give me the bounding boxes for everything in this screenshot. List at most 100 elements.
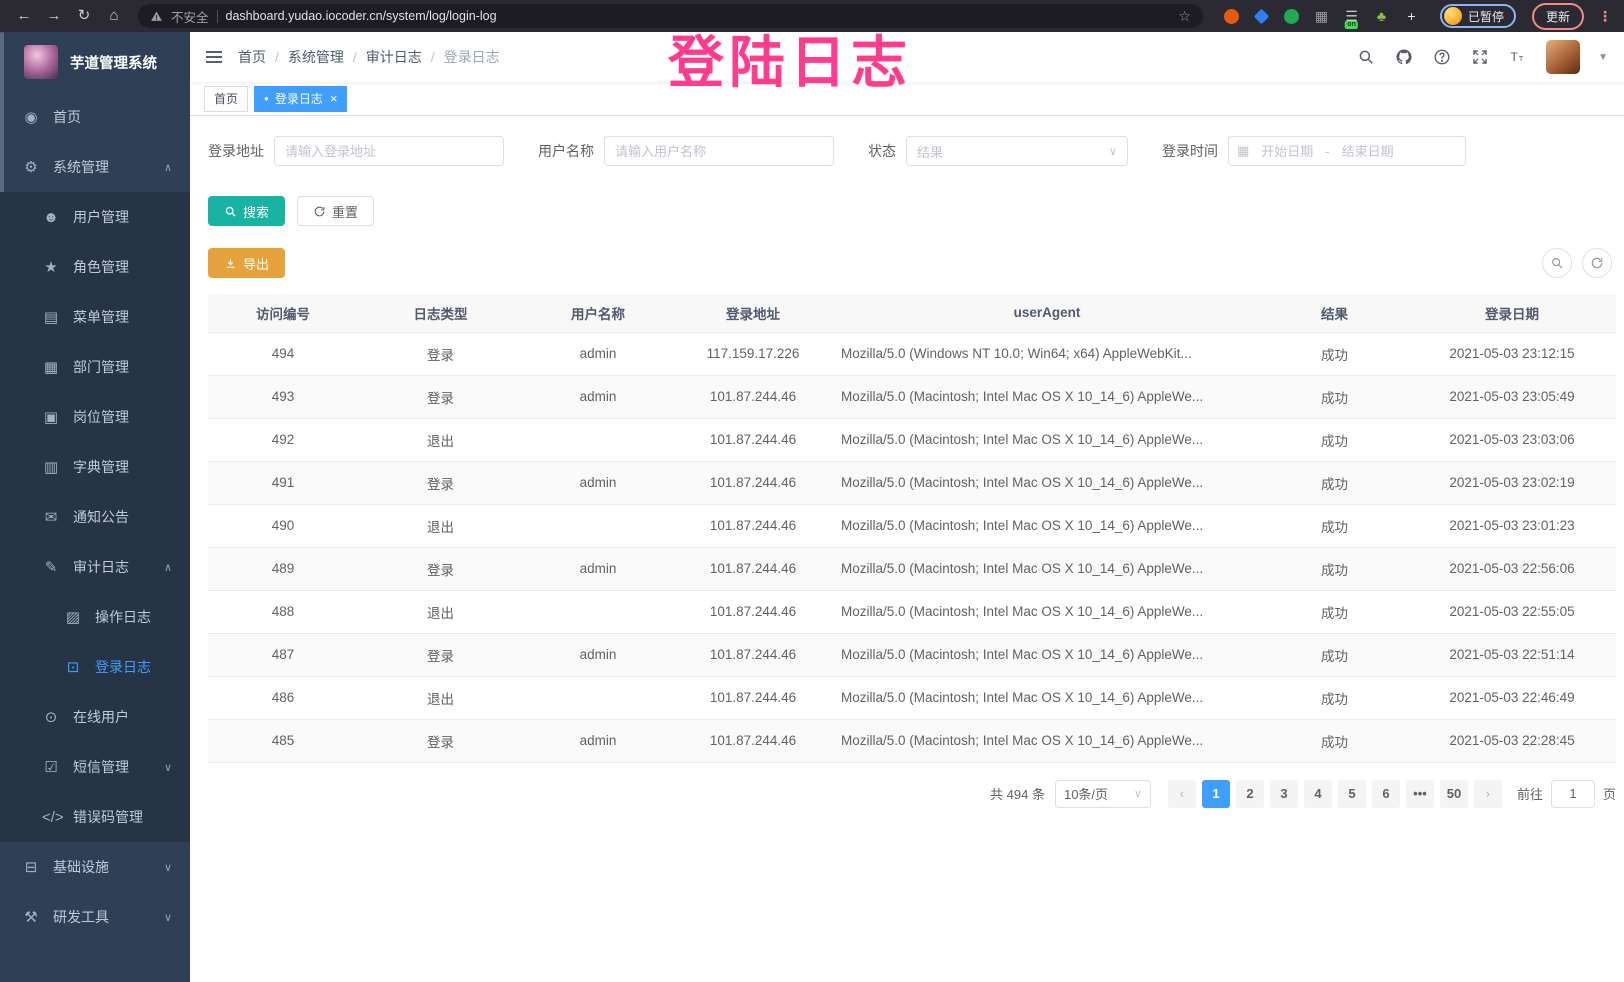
search-icon[interactable] — [1356, 47, 1376, 67]
audit-log-icon: ✎ — [42, 558, 60, 576]
page-button-5[interactable]: 5 — [1338, 780, 1366, 808]
chevron-down-icon[interactable]: ▼ — [1598, 52, 1608, 63]
breadcrumb-item[interactable]: 系统管理 — [288, 47, 344, 67]
search-button[interactable]: 搜索 — [208, 196, 285, 226]
page-button-3[interactable]: 3 — [1270, 780, 1298, 808]
table-cell: 101.87.244.46 — [673, 633, 833, 676]
table-cell: 493 — [208, 375, 358, 418]
sidebar-item-home[interactable]: ◉首页 — [0, 92, 190, 142]
browser-forward-icon[interactable]: → — [42, 0, 66, 32]
update-button[interactable]: 更新 — [1532, 3, 1584, 30]
sidebar-item-gear[interactable]: ⚙系统管理∧ — [0, 142, 190, 192]
tab-home[interactable]: 首页 — [204, 86, 248, 112]
page-button-50[interactable]: 50 — [1440, 780, 1468, 808]
date-range-picker[interactable]: ▦ - — [1228, 136, 1466, 166]
gem-extension-icon[interactable] — [1253, 8, 1270, 25]
sidebar-item-online-user[interactable]: ⊙在线用户 — [0, 692, 190, 742]
bookmark-star-icon[interactable]: ☆ — [1178, 8, 1191, 25]
sidebar-item-dict[interactable]: ▥字典管理 — [0, 442, 190, 492]
page-size-select[interactable]: 10条/页 ∨ — [1055, 780, 1151, 808]
browser-menu-kebab-icon[interactable]: ⋮ — [1598, 8, 1612, 25]
table-row: 488退出101.87.244.46Mozilla/5.0 (Macintosh… — [208, 590, 1616, 633]
sidebar-item-infrastructure[interactable]: ⊟基础设施∨ — [0, 842, 190, 892]
green-extension-icon-shape — [1284, 9, 1299, 24]
sidebar-item-operation-log[interactable]: ▨操作日志 — [0, 592, 190, 642]
table-cell: 2021-05-03 23:02:19 — [1408, 461, 1616, 504]
sidebar-item-error-code[interactable]: </>错误码管理 — [0, 792, 190, 842]
goto-page-input[interactable] — [1551, 780, 1595, 808]
page-button-2[interactable]: 2 — [1236, 780, 1264, 808]
end-date-input[interactable] — [1335, 144, 1401, 159]
tab-login-log[interactable]: ●登录日志× — [254, 86, 347, 112]
font-size-icon[interactable]: TT — [1508, 47, 1528, 67]
address-bar[interactable]: 不安全 dashboard.yudao.iocoder.cn/system/lo… — [138, 4, 1203, 28]
prev-page-button[interactable]: ‹ — [1168, 780, 1196, 808]
page-button-1[interactable]: 1 — [1202, 780, 1230, 808]
table-cell: 101.87.244.46 — [673, 375, 833, 418]
sidebar-item-label: 首页 — [53, 107, 81, 127]
tab-label: 登录日志 — [275, 90, 323, 107]
chevron-up-icon: ∧ — [164, 161, 172, 174]
help-icon[interactable] — [1432, 47, 1452, 67]
svg-text:T: T — [1519, 54, 1524, 63]
close-icon[interactable]: × — [330, 91, 338, 106]
table-toolbar: 导出 — [208, 248, 1616, 278]
more-pages-button[interactable]: ••• — [1406, 780, 1434, 808]
browser-extensions: ▦ ☰on ♣ + — [1223, 8, 1420, 25]
start-date-input[interactable] — [1254, 144, 1320, 159]
fullscreen-icon[interactable] — [1470, 47, 1490, 67]
profile-chip[interactable]: 已暂停 — [1440, 4, 1516, 28]
breadcrumb-item[interactable]: 审计日志 — [366, 47, 422, 67]
browser-back-icon[interactable]: ← — [12, 0, 36, 32]
plant-extension-icon[interactable]: ♣ — [1373, 8, 1390, 25]
goto-unit: 页 — [1603, 784, 1616, 803]
hide-search-button[interactable] — [1542, 248, 1572, 278]
sidebar-item-audit-log[interactable]: ✎审计日志∧ — [0, 542, 190, 592]
sidebar-toggle-hamburger-icon[interactable] — [206, 51, 222, 63]
browser-reload-icon[interactable]: ↻ — [72, 0, 96, 32]
sidebar-item-role[interactable]: ★角色管理 — [0, 242, 190, 292]
svg-text:T: T — [1511, 50, 1519, 64]
app-logo[interactable]: 芋道管理系统 — [0, 32, 190, 92]
breadcrumb-item[interactable]: 首页 — [238, 47, 266, 67]
table-cell: 2021-05-03 22:46:49 — [1408, 676, 1616, 719]
table-cell: Mozilla/5.0 (Macintosh; Intel Mac OS X 1… — [833, 633, 1261, 676]
user-avatar[interactable] — [1546, 40, 1580, 74]
sidebar-item-login-log[interactable]: ⊡登录日志 — [0, 642, 190, 692]
sidebar-item-notice[interactable]: ✉通知公告 — [0, 492, 190, 542]
green-extension-icon[interactable] — [1283, 8, 1300, 25]
browser-home-icon[interactable]: ⌂ — [102, 0, 126, 32]
reset-button[interactable]: 重置 — [297, 196, 374, 226]
column-header-6: 登录日期 — [1408, 294, 1616, 332]
login-address-input[interactable] — [274, 136, 504, 166]
puzzle-extension-icon[interactable]: + — [1403, 8, 1420, 25]
page-button-4[interactable]: 4 — [1304, 780, 1332, 808]
user-icon: ☻ — [42, 209, 60, 226]
orange-extension-icon[interactable] — [1223, 8, 1240, 25]
sidebar-item-user[interactable]: ☻用户管理 — [0, 192, 190, 242]
search-icon — [224, 205, 237, 218]
github-icon[interactable] — [1394, 47, 1414, 67]
table-cell: 488 — [208, 590, 358, 633]
username-input[interactable] — [604, 136, 834, 166]
blocks-extension-icon[interactable]: ▦ — [1313, 8, 1330, 25]
next-page-button[interactable]: › — [1474, 780, 1502, 808]
sidebar-item-department[interactable]: ▦部门管理 — [0, 342, 190, 392]
table-cell: admin — [523, 547, 673, 590]
sidebar-item-label: 基础设施 — [53, 857, 109, 877]
list-extension-icon[interactable]: ☰on — [1343, 8, 1360, 25]
sidebar-item-label: 系统管理 — [53, 157, 109, 177]
sidebar-item-post[interactable]: ▣岗位管理 — [0, 392, 190, 442]
refresh-table-button[interactable] — [1582, 248, 1612, 278]
sidebar-item-menu-tree[interactable]: ▤菜单管理 — [0, 292, 190, 342]
sidebar-item-dev-tools[interactable]: ⚒研发工具∨ — [0, 892, 190, 942]
sidebar-item-label: 操作日志 — [95, 607, 151, 627]
page-button-6[interactable]: 6 — [1372, 780, 1400, 808]
refresh-icon — [1590, 256, 1604, 270]
status-select[interactable]: 结果 ∨ — [906, 136, 1128, 166]
table-cell: 登录 — [358, 547, 523, 590]
table-row: 490退出101.87.244.46Mozilla/5.0 (Macintosh… — [208, 504, 1616, 547]
export-button[interactable]: 导出 — [208, 248, 285, 278]
table-cell: 成功 — [1261, 590, 1408, 633]
sidebar-item-sms[interactable]: ☑短信管理∨ — [0, 742, 190, 792]
